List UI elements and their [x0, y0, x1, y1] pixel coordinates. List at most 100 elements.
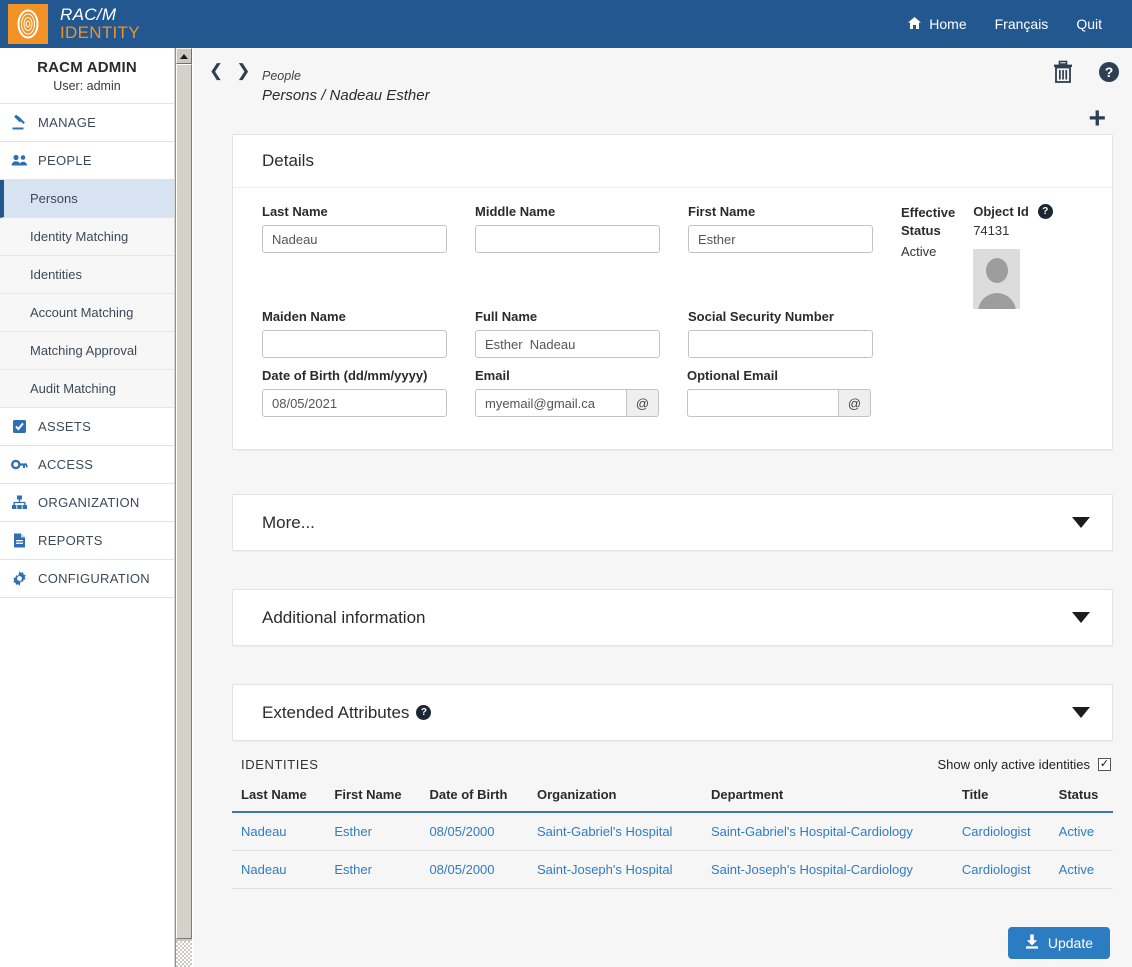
col-status: Status: [1049, 782, 1113, 813]
checkbox-box[interactable]: ✓: [1098, 758, 1111, 771]
accordion-additional-information[interactable]: Additional information: [232, 589, 1113, 646]
gavel-icon: [10, 114, 28, 132]
last-name-input[interactable]: [262, 225, 447, 253]
sidebar-item-manage-label: MANAGE: [38, 115, 97, 130]
chevron-down-icon[interactable]: [1072, 612, 1090, 623]
brand-line-1: RAC/M: [60, 5, 117, 25]
trash-icon[interactable]: [1052, 60, 1074, 84]
top-nav: Home Français Quit: [893, 16, 1132, 33]
email-input[interactable]: [475, 389, 627, 417]
accordion-more[interactable]: More...: [232, 494, 1113, 551]
cell-status[interactable]: Active: [1049, 812, 1113, 851]
maiden-name-input[interactable]: [262, 330, 447, 358]
col-organization: Organization: [528, 782, 703, 813]
full-name-group: Full Name: [475, 309, 660, 358]
sidebar-item-access-label: ACCESS: [38, 457, 94, 472]
col-department: Department: [702, 782, 953, 813]
optional-email-at-icon[interactable]: @: [839, 389, 871, 417]
dob-group: Date of Birth (dd/mm/yyyy): [262, 368, 447, 417]
cell-department[interactable]: Saint-Gabriel's Hospital-Cardiology: [702, 812, 953, 851]
maiden-name-label: Maiden Name: [262, 309, 346, 324]
sidebar-item-reports[interactable]: REPORTS: [0, 522, 174, 560]
update-button[interactable]: Update: [1007, 927, 1110, 959]
sidebar-item-people-label: PEOPLE: [38, 153, 92, 168]
nav-home-label: Home: [929, 16, 967, 32]
chevron-down-icon[interactable]: [1072, 517, 1090, 528]
brand-logo[interactable]: RAC/M IDENTITY: [0, 4, 140, 44]
accordion-extended-attributes-label: Extended Attributes: [262, 702, 410, 722]
middle-name-input[interactable]: [475, 225, 660, 253]
col-title: Title: [952, 782, 1050, 813]
last-name-group: Last Name: [262, 204, 447, 299]
chevron-left-icon[interactable]: ❮: [209, 62, 223, 79]
table-row[interactable]: Nadeau Esther 08/05/2000 Saint-Joseph's …: [232, 850, 1113, 889]
dob-input[interactable]: [262, 389, 447, 417]
effective-status-block: Effective Status Active: [901, 204, 955, 309]
full-name-input[interactable]: [475, 330, 660, 358]
cell-organization[interactable]: Saint-Joseph's Hospital: [528, 850, 703, 889]
sidebar-item-persons-label: Persons: [30, 191, 78, 206]
chevron-down-icon[interactable]: [1072, 707, 1090, 718]
sidebar-item-matching-approval[interactable]: Matching Approval: [0, 332, 174, 370]
sidebar: RACM ADMIN User: admin MANAGE PEOPLE Per…: [0, 48, 175, 967]
cell-first-name[interactable]: Esther: [325, 812, 421, 851]
app-root: RAC/M IDENTITY Home Français Quit RACM A…: [0, 0, 1132, 967]
object-id-help-icon[interactable]: ?: [1037, 204, 1053, 219]
cell-title[interactable]: Cardiologist: [952, 812, 1050, 851]
people-icon: [10, 152, 28, 170]
object-id-block: Object Id ? 74131: [973, 204, 1053, 309]
document-icon: [10, 532, 28, 550]
cell-status[interactable]: Active: [1049, 850, 1113, 889]
nav-francais-label: Français: [994, 16, 1049, 32]
top-bar: RAC/M IDENTITY Home Français Quit: [0, 0, 1132, 48]
ssn-group: Social Security Number: [688, 309, 873, 358]
cell-first-name[interactable]: Esther: [325, 850, 421, 889]
sidebar-item-persons[interactable]: Persons: [0, 180, 174, 218]
home-icon: [907, 16, 922, 33]
sidebar-item-configuration[interactable]: CONFIGURATION: [0, 560, 174, 598]
sidebar-item-account-matching-label: Account Matching: [30, 305, 134, 320]
cell-last-name[interactable]: Nadeau: [232, 812, 326, 851]
sidebar-item-audit-matching[interactable]: Audit Matching: [0, 370, 174, 408]
details-row-2: Maiden Name Full Name Social Security Nu…: [262, 309, 1090, 368]
first-name-input[interactable]: [688, 225, 873, 253]
optional-email-input[interactable]: [687, 389, 839, 417]
optional-email-group: Optional Email @: [687, 368, 871, 417]
sidebar-item-access[interactable]: ACCESS: [0, 446, 174, 484]
nav-quit[interactable]: Quit: [1062, 16, 1116, 32]
chevron-down-icon[interactable]: ❯: [236, 62, 250, 79]
cell-date-of-birth[interactable]: 08/05/2000: [420, 850, 529, 889]
show-active-identities-checkbox[interactable]: Show only active identities ✓: [938, 757, 1111, 772]
accordion-more-label: More...: [262, 512, 315, 532]
cell-date-of-birth[interactable]: 08/05/2000: [420, 812, 529, 851]
sidebar-item-identity-matching[interactable]: Identity Matching: [0, 218, 174, 256]
extended-attributes-help-icon[interactable]: ?: [416, 705, 432, 720]
email-at-icon[interactable]: @: [627, 389, 659, 417]
table-header-row: Last Name First Name Date of Birth Organ…: [232, 782, 1113, 813]
help-icon[interactable]: ?: [1098, 61, 1120, 83]
cell-last-name[interactable]: Nadeau: [232, 850, 326, 889]
cell-organization[interactable]: Saint-Gabriel's Hospital: [528, 812, 703, 851]
sidebar-item-identity-matching-label: Identity Matching: [30, 229, 129, 244]
sidebar-item-people[interactable]: PEOPLE: [0, 142, 174, 180]
sidebar-item-account-matching[interactable]: Account Matching: [0, 294, 174, 332]
cell-department[interactable]: Saint-Joseph's Hospital-Cardiology: [702, 850, 953, 889]
sidebar-scrollbar[interactable]: [175, 48, 192, 967]
scrollbar-corner: [176, 941, 192, 967]
sidebar-item-identities[interactable]: Identities: [0, 256, 174, 294]
scrollbar-thumb[interactable]: [176, 64, 192, 939]
nav-home[interactable]: Home: [893, 16, 980, 33]
sidebar-user-login: User: admin: [53, 79, 121, 93]
nav-francais[interactable]: Français: [981, 16, 1063, 32]
details-card-title: Details: [233, 135, 1112, 188]
ssn-input[interactable]: [688, 330, 873, 358]
table-row[interactable]: Nadeau Esther 08/05/2000 Saint-Gabriel's…: [232, 812, 1113, 851]
plus-icon[interactable]: +: [1088, 104, 1106, 134]
object-id-label: Object Id: [973, 204, 1029, 219]
scrollbar-up-button[interactable]: [176, 48, 192, 64]
sidebar-item-manage[interactable]: MANAGE: [0, 104, 174, 142]
cell-title[interactable]: Cardiologist: [952, 850, 1050, 889]
sidebar-item-assets[interactable]: ASSETS: [0, 408, 174, 446]
sidebar-item-organization[interactable]: ORGANIZATION: [0, 484, 174, 522]
accordion-extended-attributes[interactable]: Extended Attributes ?: [232, 684, 1113, 741]
